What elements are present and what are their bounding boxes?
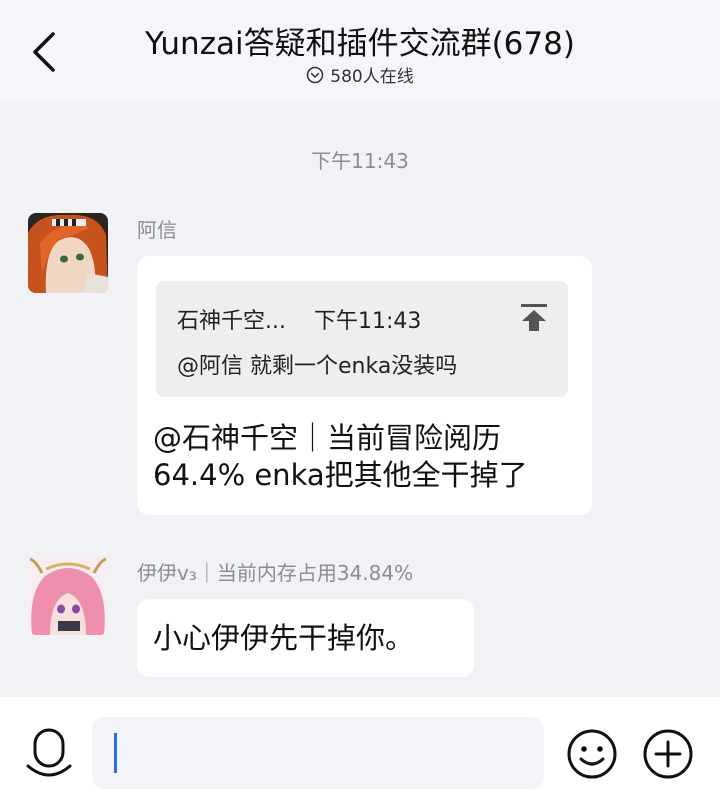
quote-text: @阿信 就剩一个enka没装吗 (177, 354, 458, 379)
message-line: @石神千空｜当前冒险阅历 (153, 421, 502, 455)
sender-name[interactable]: 伊伊v₃｜当前内存占用34.84% (137, 557, 413, 586)
quote-header: 石神千空... 下午11:43 (177, 303, 421, 335)
quote-author: 石神千空... (177, 309, 286, 334)
group-title[interactable]: Yunzai答疑和插件交流群(678) (0, 18, 720, 63)
message-text: 小心伊伊先干掉你。 (153, 620, 414, 657)
online-count: 580人在线 (330, 67, 414, 87)
jump-to-top-icon[interactable] (518, 301, 550, 333)
avatar[interactable] (28, 555, 108, 635)
message-text: @石神千空｜当前冒险阅历 64.4% enka把其他全干掉了 (153, 420, 528, 494)
message-input[interactable] (92, 717, 544, 789)
plus-icon[interactable] (642, 728, 694, 780)
emoji-icon[interactable] (566, 728, 618, 780)
time-separator: 下午11:43 (311, 149, 409, 173)
avatar-image-ashin (28, 213, 108, 293)
microphone-icon[interactable] (26, 728, 72, 780)
sender-name[interactable]: 阿信 (137, 214, 177, 243)
message-line: 小心伊伊先干掉你。 (153, 621, 415, 655)
chevron-circle-down-icon (307, 66, 324, 83)
chat-header: Yunzai答疑和插件交流群(678) 580人在线 (0, 0, 720, 100)
avatar-image-yiyi (28, 555, 108, 635)
message-line: 64.4% enka把其他全干掉了 (153, 458, 528, 492)
online-status[interactable]: 580人在线 (0, 62, 720, 87)
avatar[interactable] (28, 213, 108, 293)
quote-time: 下午11:43 (313, 309, 422, 334)
quoted-message[interactable]: 石神千空... 下午11:43 @阿信 就剩一个enka没装吗 (156, 281, 568, 397)
text-caret (114, 733, 117, 773)
